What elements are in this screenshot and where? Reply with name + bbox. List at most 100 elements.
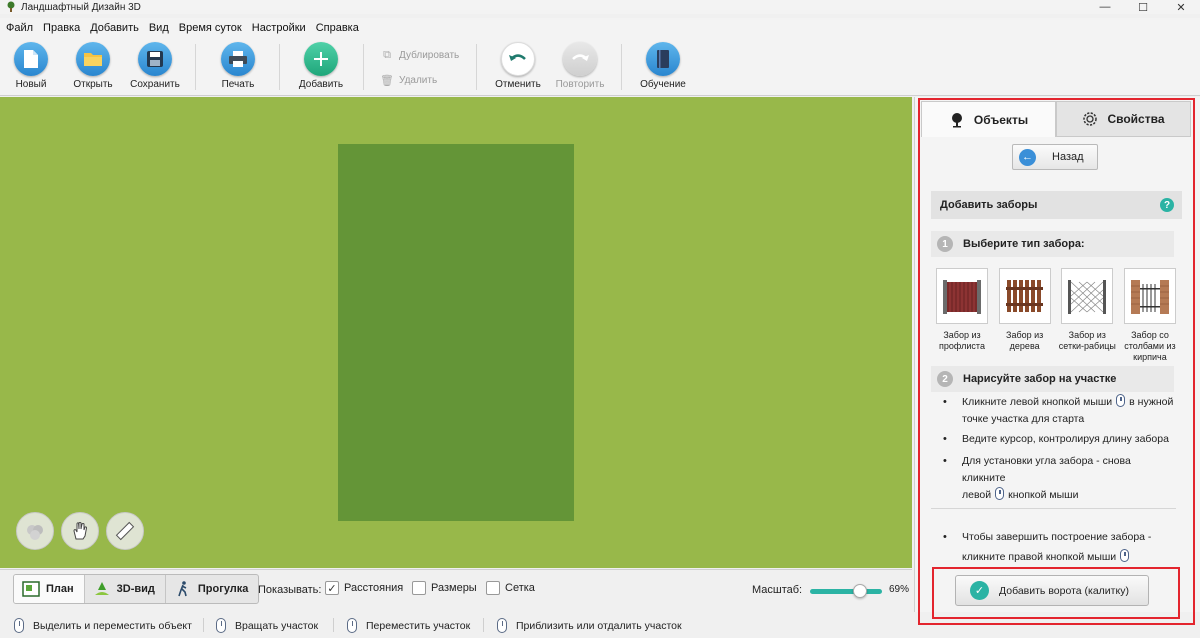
tab-properties-label: Свойства (1107, 112, 1165, 126)
garden-plot[interactable] (338, 144, 574, 521)
close-button[interactable]: ✕ (1162, 0, 1200, 14)
learn-label: Обучение (640, 79, 686, 90)
fence-type-list: Забор из профлиста Забор из дерева Забор… (934, 268, 1178, 363)
step-1-header: 1 Выберите тип забора: (931, 231, 1174, 257)
distances-checkbox[interactable]: ✓ Расстояния (325, 581, 403, 595)
add-gate-button[interactable]: ✓ Добавить ворота (калитку) (955, 575, 1149, 606)
fence-wood[interactable]: Забор из дерева (997, 268, 1053, 363)
maximize-button[interactable]: ☐ (1124, 0, 1162, 14)
view-tabs: План 3D-вид Прогулка (13, 574, 260, 604)
distances-label: Расстояния (344, 582, 404, 594)
hint-move-plot: Переместить участок (347, 618, 470, 633)
section-title-text: Добавить заборы (940, 199, 1038, 211)
print-button[interactable]: Печать (208, 42, 268, 90)
undo-button[interactable]: Отменить (488, 42, 548, 90)
dimensions-label: Размеры (431, 582, 477, 594)
mouse-right-icon (1120, 549, 1130, 562)
tab-3d-view[interactable]: 3D-вид (85, 575, 166, 603)
new-button[interactable]: Новый (1, 42, 61, 90)
undo-icon (501, 42, 535, 76)
menu-help[interactable]: Справка (314, 22, 367, 34)
duplicate-button[interactable]: ⧉ Дублировать (381, 49, 459, 61)
menu-file[interactable]: Файл (4, 22, 41, 34)
duplicate-label: Дублировать (399, 49, 460, 61)
fence-profiled-sheet-label: Забор из профлиста (939, 330, 985, 351)
book-icon (646, 42, 680, 76)
save-button[interactable]: Сохранить (125, 42, 185, 90)
step-2-header: 2 Нарисуйте забор на участке (931, 366, 1174, 392)
hint-select-move: Выделить и переместить объект (14, 618, 192, 633)
add-label: Добавить (298, 79, 344, 90)
plus-icon (304, 42, 338, 76)
objects-tool-button[interactable] (16, 512, 54, 550)
menu-add[interactable]: Добавить (88, 22, 147, 34)
fence-profiled-sheet[interactable]: Забор из профлиста (934, 268, 990, 363)
learn-button[interactable]: Обучение (633, 42, 693, 90)
step-1-number: 1 (937, 236, 953, 252)
fence-brick-pillars-label: Забор со столбами из кирпича (1124, 330, 1176, 362)
toolbar: Новый Открыть Сохранить Печать Добавить … (0, 38, 1200, 96)
toolbar-separator (621, 44, 622, 90)
grid-checkbox[interactable]: Сетка (486, 581, 535, 595)
delete-button[interactable]: 🗑 Удалить (380, 74, 438, 87)
walking-person-icon (178, 581, 187, 597)
ruler-icon (115, 521, 135, 541)
scale-slider[interactable] (810, 584, 882, 598)
tab-properties[interactable]: Свойства (1056, 101, 1191, 137)
open-button[interactable]: Открыть (63, 42, 123, 90)
tab-3d-view-label: 3D-вид (116, 583, 155, 595)
add-button[interactable]: Добавить (291, 42, 351, 90)
pan-tool-button[interactable] (61, 512, 99, 550)
dimensions-checkbox[interactable]: Размеры (412, 581, 477, 595)
fence-wood-label: Забор из дерева (1006, 330, 1044, 351)
fence-brick-pillars-thumbnail (1123, 268, 1176, 324)
tab-objects[interactable]: Объекты (921, 101, 1056, 137)
printer-icon (221, 42, 255, 76)
ruler-tool-button[interactable] (106, 512, 144, 550)
scale-slider-handle[interactable] (852, 584, 867, 598)
mouse-left-icon (1116, 394, 1126, 407)
tab-plan[interactable]: План (14, 575, 85, 603)
help-icon[interactable]: ? (1160, 198, 1174, 212)
toolbar-separator (363, 44, 364, 90)
tab-walk[interactable]: Прогулка (166, 575, 259, 603)
minimize-button[interactable]: — (1086, 0, 1124, 14)
menu-edit[interactable]: Правка (41, 22, 88, 34)
back-button[interactable]: ← Назад (1012, 144, 1098, 170)
fence-wood-thumbnail (998, 268, 1051, 324)
instruction-item: Ведите курсор, контролируя длину забора (943, 431, 1176, 448)
hint-select-move-text: Выделить и переместить объект (33, 619, 192, 632)
view-control-bar: План 3D-вид Прогулка Показывать: ✓ Расст… (0, 569, 912, 607)
section-title: Добавить заборы ? (931, 191, 1182, 219)
mouse-left-icon (995, 487, 1005, 500)
step-2-title: Нарисуйте забор на участке (963, 373, 1117, 385)
3d-view-icon (94, 582, 109, 595)
arrow-left-icon: ← (1019, 148, 1036, 166)
plan-canvas[interactable] (0, 97, 912, 568)
redo-button[interactable]: Повторить (550, 42, 610, 90)
instruction-item: Чтобы завершить построение забора - клик… (943, 527, 1176, 567)
gear-icon (1082, 111, 1098, 127)
folder-icon (76, 42, 110, 76)
app-logo-icon (7, 1, 15, 12)
tab-walk-label: Прогулка (197, 583, 249, 595)
new-label: Новый (15, 79, 47, 90)
toolbar-separator (476, 44, 477, 90)
redo-icon (563, 42, 597, 76)
delete-label: Удалить (399, 74, 438, 86)
fence-brick-pillars[interactable]: Забор со столбами из кирпича (1122, 268, 1178, 363)
objects-tool-icon (27, 525, 43, 540)
window-title: Ландшафтный Дизайн 3D (21, 1, 141, 13)
save-label: Сохранить (130, 79, 180, 90)
title-bar: Ландшафтный Дизайн 3D — ☐ ✕ (0, 0, 1200, 14)
hint-rotate: Вращать участок (216, 618, 318, 633)
menu-time-of-day[interactable]: Время суток (177, 22, 250, 34)
menu-bar: Файл Правка Добавить Вид Время суток Нас… (0, 18, 1200, 38)
print-label: Печать (221, 79, 255, 90)
menu-view[interactable]: Вид (147, 22, 177, 34)
add-gate-label: Добавить ворота (калитку) (999, 584, 1129, 597)
fence-chain-link-label: Забор из сетки-рабицы (1058, 330, 1116, 351)
menu-settings[interactable]: Настройки (250, 22, 314, 34)
fence-chain-link-thumbnail (1061, 268, 1114, 324)
fence-chain-link[interactable]: Забор из сетки-рабицы (1058, 268, 1116, 363)
